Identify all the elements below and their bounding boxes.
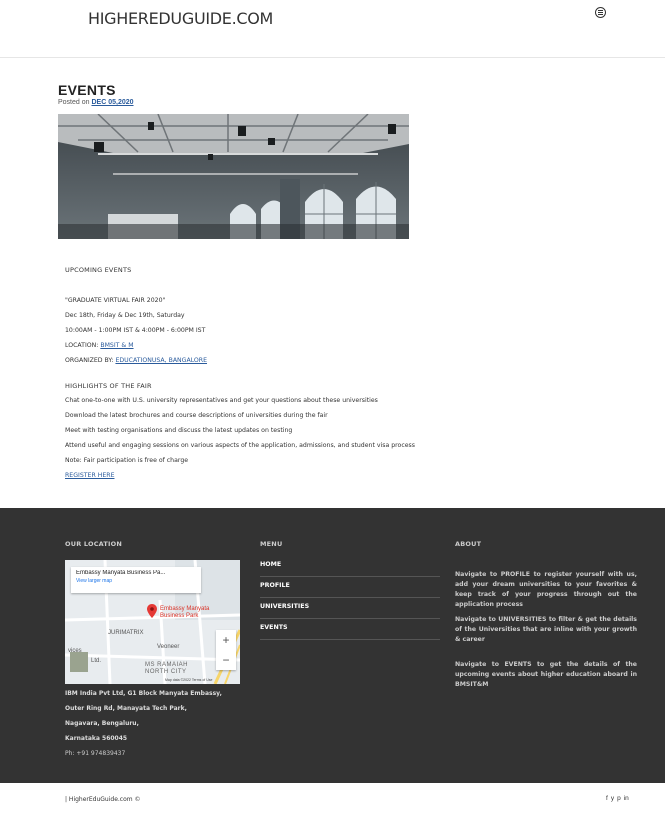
footer-menu-universities[interactable]: UNIVERSITIES (260, 598, 440, 619)
location-link[interactable]: BMSIT & M (100, 342, 133, 349)
menu-title: MENU (260, 540, 283, 548)
event-location: LOCATION: BMSIT & M (65, 342, 134, 349)
address-line: Outer Ring Rd, Manayata Tech Park, (65, 705, 187, 712)
event-name: "GRADUATE VIRTUAL FAIR 2020" (65, 297, 166, 304)
hall-image (58, 114, 409, 239)
phone-number: Ph: +91 974839437 (65, 750, 126, 757)
map-terms-link[interactable]: Terms of Use (192, 678, 213, 682)
about-paragraph: Navigate to UNIVERSITIES to filter & get… (455, 616, 637, 643)
map-label-ltd: Ltd. (91, 658, 102, 664)
menu-label: HOME (260, 561, 282, 568)
map-pin-icon[interactable] (147, 604, 157, 618)
zoom-in-button[interactable]: + (216, 630, 236, 650)
site-header: HIGHEREDUGUIDE.COM (0, 0, 665, 58)
event-dates: Dec 18th, Friday & Dec 19th, Saturday (65, 312, 185, 319)
posted-date-link[interactable]: DEC 05,2020 (91, 99, 133, 106)
zoom-out-button[interactable]: − (216, 650, 236, 670)
map-pin-label-1: Embassy Manyata (160, 606, 210, 612)
site-footer: OUR LOCATION Embassy Manyata Business Pa… (0, 508, 665, 783)
menu-label: PROFILE (260, 582, 290, 589)
upcoming-heading: UPCOMING EVENTS (65, 266, 132, 274)
event-organizer: ORGANIZED BY: EDUCATIONUSA, BANGALORE (65, 357, 207, 364)
highlight-item: Meet with testing organisations and disc… (65, 427, 293, 434)
post-meta: Posted on DEC 05,2020 (58, 99, 134, 106)
location-map[interactable]: Embassy Manyata Business Pa... View larg… (65, 560, 240, 684)
map-zoom-control: + − (216, 630, 236, 670)
map-place-name: Embassy Manyata Business Pa... (76, 570, 166, 576)
linkedin-icon[interactable]: in (624, 795, 629, 802)
map-label-veoneer: Veoneer (157, 644, 180, 650)
register-link[interactable]: REGISTER HERE (65, 472, 114, 479)
map-label-north-city: NORTH CITY (145, 669, 187, 675)
view-larger-map-link[interactable]: View larger map (76, 578, 196, 584)
footer-menu-events[interactable]: EVENTS (260, 619, 440, 640)
map-data-text: Map data ©2022 (165, 678, 191, 682)
map-label-vices: vices (68, 648, 82, 654)
posted-label: Posted on (58, 99, 90, 106)
about-paragraph: Navigate to EVENTS to get the details of… (455, 661, 637, 688)
fair-note: Note: Fair participation is free of char… (65, 457, 189, 464)
about-paragraph: Navigate to PROFILE to register yourself… (455, 571, 637, 608)
address-line: Karnataka 560045 (65, 735, 128, 742)
about-title: ABOUT (455, 540, 482, 548)
menu-toggle-icon[interactable] (595, 7, 606, 18)
location-title: OUR LOCATION (65, 540, 123, 548)
event-times: 10:00AM - 1:00PM IST & 4:00PM - 6:00PM I… (65, 327, 206, 334)
map-attribution: Map data ©2022 Terms of Use (165, 678, 212, 682)
twitter-icon[interactable]: y (611, 795, 614, 802)
page-title: EVENTS (58, 82, 116, 98)
footer-menu-profile[interactable]: PROFILE (260, 577, 440, 598)
footer-menu-home[interactable]: HOME (260, 556, 440, 577)
highlight-item: Chat one-to-one with U.S. university rep… (65, 397, 378, 404)
address-line: Nagavara, Bengaluru, (65, 720, 139, 727)
highlights-heading: HIGHLIGHTS OF THE FAIR (65, 382, 152, 390)
copyright-text: | HigherEduGuide.com © (65, 796, 141, 803)
map-place-card: Embassy Manyata Business Pa... View larg… (71, 567, 201, 593)
map-label-jurimatrix: JURIMATRIX (108, 630, 144, 636)
address-line: IBM India Pvt Ltd, G1 Block Manyata Emba… (65, 690, 222, 697)
register-row: REGISTER HERE (65, 472, 114, 479)
organizer-label: ORGANIZED BY: (65, 357, 114, 364)
facebook-icon[interactable]: f (606, 795, 608, 802)
organizer-link[interactable]: EDUCATIONUSA, BANGALORE (115, 357, 207, 364)
highlight-item: Attend useful and engaging sessions on v… (65, 442, 415, 449)
pinterest-icon[interactable]: p (617, 795, 621, 802)
social-links: f y p in (606, 795, 629, 802)
site-brand[interactable]: HIGHEREDUGUIDE.COM (88, 9, 273, 28)
highlight-item: Download the latest brochures and course… (65, 412, 328, 419)
map-pin-label-2: Business Park (160, 613, 199, 619)
map-label-ms-ramaiah: MS RAMAIAH (145, 662, 189, 668)
event-hall-photo (58, 114, 409, 239)
location-label: LOCATION: (65, 342, 99, 349)
menu-label: UNIVERSITIES (260, 603, 310, 610)
menu-label: EVENTS (260, 624, 288, 631)
